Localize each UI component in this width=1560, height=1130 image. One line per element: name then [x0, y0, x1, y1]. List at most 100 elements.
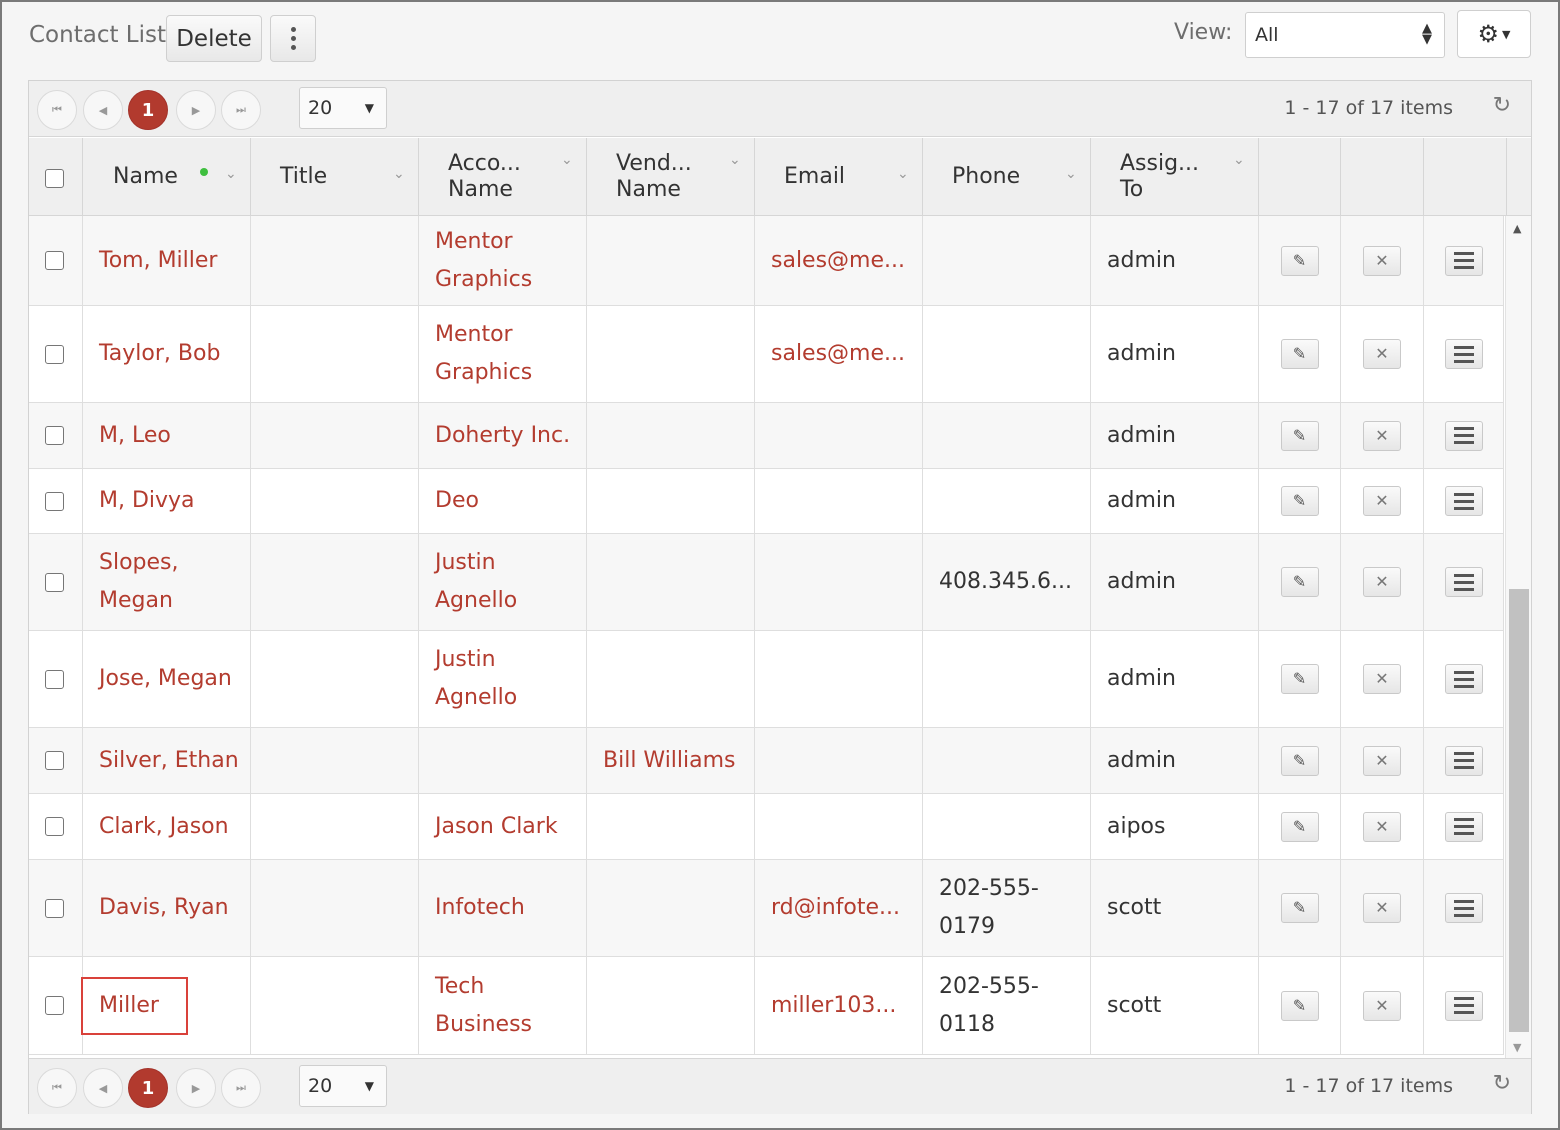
first-page-button[interactable]: ⏮: [37, 90, 77, 130]
page-size-select[interactable]: 20 ▼: [299, 87, 387, 129]
header-email[interactable]: Email ⌄: [755, 138, 923, 216]
view-select[interactable]: All ▲ ▼: [1245, 12, 1445, 58]
edit-button[interactable]: ✎: [1280, 486, 1319, 516]
contact-name-link[interactable]: Tom, Miller: [99, 242, 217, 280]
account-name-link[interactable]: Tech Business: [435, 968, 578, 1044]
delete-row-button[interactable]: ✕: [1363, 990, 1401, 1021]
row-checkbox[interactable]: [45, 817, 64, 836]
email-link[interactable]: sales@me...: [771, 335, 905, 373]
delete-row-button[interactable]: ✕: [1363, 486, 1401, 516]
row-menu-button[interactable]: [1444, 745, 1483, 776]
page-button-current[interactable]: 1: [128, 1068, 168, 1108]
row-checkbox[interactable]: [45, 751, 64, 770]
edit-button[interactable]: ✎: [1280, 420, 1319, 451]
account-name-link[interactable]: Mentor Graphics: [435, 223, 578, 299]
delete-row-button[interactable]: ✕: [1363, 339, 1401, 369]
edit-button[interactable]: ✎: [1280, 745, 1319, 776]
edit-button[interactable]: ✎: [1280, 339, 1319, 369]
edit-button[interactable]: ✎: [1280, 245, 1319, 276]
row-checkbox[interactable]: [45, 996, 64, 1015]
edit-button[interactable]: ✎: [1280, 893, 1319, 923]
account-name-link[interactable]: Justin Agnello: [435, 641, 578, 717]
delete-row-button[interactable]: ✕: [1363, 811, 1401, 842]
contact-name-link[interactable]: Jose, Megan: [99, 660, 232, 698]
row-checkbox[interactable]: [45, 251, 64, 270]
delete-row-button[interactable]: ✕: [1363, 745, 1401, 776]
email-link[interactable]: miller103...: [771, 987, 896, 1025]
header-assigned-to[interactable]: Assig... To ⌄: [1091, 138, 1259, 216]
row-checkbox[interactable]: [45, 669, 64, 689]
header-vendor-name[interactable]: Vend... Name ⌄: [587, 138, 755, 216]
row-checkbox[interactable]: [45, 344, 64, 364]
scroll-up-arrow-icon[interactable]: ▲: [1513, 222, 1521, 235]
row-menu-button[interactable]: [1444, 811, 1483, 842]
contact-name-link[interactable]: Slopes, Megan: [99, 544, 242, 620]
scroll-down-arrow-icon[interactable]: ▼: [1513, 1041, 1521, 1054]
chevron-down-icon[interactable]: ⌄: [561, 152, 573, 168]
row-menu-button[interactable]: [1444, 990, 1483, 1021]
account-name-link[interactable]: Mentor Graphics: [435, 316, 578, 392]
row-menu-button[interactable]: [1444, 486, 1483, 516]
edit-button[interactable]: ✎: [1280, 811, 1319, 842]
edit-button[interactable]: ✎: [1280, 664, 1319, 694]
scrollbar-thumb[interactable]: [1509, 589, 1529, 1032]
account-name-link[interactable]: Deo: [435, 482, 479, 520]
next-page-button[interactable]: ▶: [176, 1068, 216, 1108]
page-size-select[interactable]: 20 ▼: [299, 1065, 387, 1107]
row-menu-button[interactable]: [1444, 245, 1483, 276]
vertical-scrollbar[interactable]: ▲ ▼: [1505, 216, 1531, 1058]
delete-row-button[interactable]: ✕: [1363, 893, 1401, 923]
refresh-icon[interactable]: ↻: [1493, 1071, 1511, 1096]
account-name-link[interactable]: Doherty Inc.: [435, 417, 570, 455]
chevron-down-icon[interactable]: ⌄: [897, 166, 909, 182]
delete-row-button[interactable]: ✕: [1363, 245, 1401, 276]
first-page-button[interactable]: ⏮: [37, 1068, 77, 1108]
account-name-link[interactable]: Justin Agnello: [435, 544, 578, 620]
prev-page-button[interactable]: ◀: [83, 90, 123, 130]
row-menu-button[interactable]: [1444, 567, 1483, 597]
chevron-down-icon[interactable]: ⌄: [1233, 152, 1245, 168]
edit-button[interactable]: ✎: [1280, 567, 1319, 597]
last-page-button[interactable]: ⏭: [221, 90, 261, 130]
settings-button[interactable]: ⚙ ▼: [1457, 10, 1531, 58]
row-checkbox[interactable]: [45, 572, 64, 592]
email-link[interactable]: rd@infote...: [771, 889, 900, 927]
header-phone[interactable]: Phone ⌄: [923, 138, 1091, 216]
chevron-down-icon[interactable]: ⌄: [1065, 166, 1077, 182]
prev-page-button[interactable]: ◀: [83, 1068, 123, 1108]
chevron-down-icon[interactable]: ⌄: [393, 166, 405, 182]
account-name-link[interactable]: Infotech: [435, 889, 525, 927]
row-menu-button[interactable]: [1444, 664, 1483, 694]
contact-name-link[interactable]: Davis, Ryan: [99, 889, 229, 927]
delete-row-button[interactable]: ✕: [1363, 567, 1401, 597]
row-menu-button[interactable]: [1444, 893, 1483, 923]
refresh-icon[interactable]: ↻: [1493, 93, 1511, 118]
page-button-current[interactable]: 1: [128, 90, 168, 130]
row-checkbox[interactable]: [45, 426, 64, 445]
row-checkbox[interactable]: [45, 491, 64, 511]
chevron-down-icon[interactable]: ⌄: [225, 166, 237, 182]
row-menu-button[interactable]: [1444, 339, 1483, 369]
next-page-button[interactable]: ▶: [176, 90, 216, 130]
delete-row-button[interactable]: ✕: [1363, 420, 1401, 451]
vendor-name-link[interactable]: Bill Williams: [603, 742, 736, 780]
email-link[interactable]: sales@me...: [771, 242, 905, 280]
contact-name-link[interactable]: Clark, Jason: [99, 808, 229, 846]
delete-row-button[interactable]: ✕: [1363, 664, 1401, 694]
select-all-checkbox[interactable]: [45, 169, 64, 188]
contact-name-link[interactable]: Silver, Ethan: [99, 742, 239, 780]
row-menu-button[interactable]: [1444, 420, 1483, 451]
edit-button[interactable]: ✎: [1280, 990, 1319, 1021]
header-account-name[interactable]: Acco... Name ⌄: [419, 138, 587, 216]
more-actions-button[interactable]: [270, 15, 316, 62]
chevron-down-icon[interactable]: ⌄: [729, 152, 741, 168]
contact-name-link[interactable]: M, Divya: [99, 482, 195, 520]
header-title[interactable]: Title ⌄: [251, 138, 419, 216]
last-page-button[interactable]: ⏭: [221, 1068, 261, 1108]
row-checkbox[interactable]: [45, 898, 64, 918]
delete-button[interactable]: Delete: [166, 15, 262, 62]
header-name[interactable]: Name ⌄: [83, 138, 251, 216]
contact-name-link[interactable]: M, Leo: [99, 417, 171, 455]
account-name-link[interactable]: Jason Clark: [435, 808, 558, 846]
contact-name-link[interactable]: Taylor, Bob: [99, 335, 220, 373]
